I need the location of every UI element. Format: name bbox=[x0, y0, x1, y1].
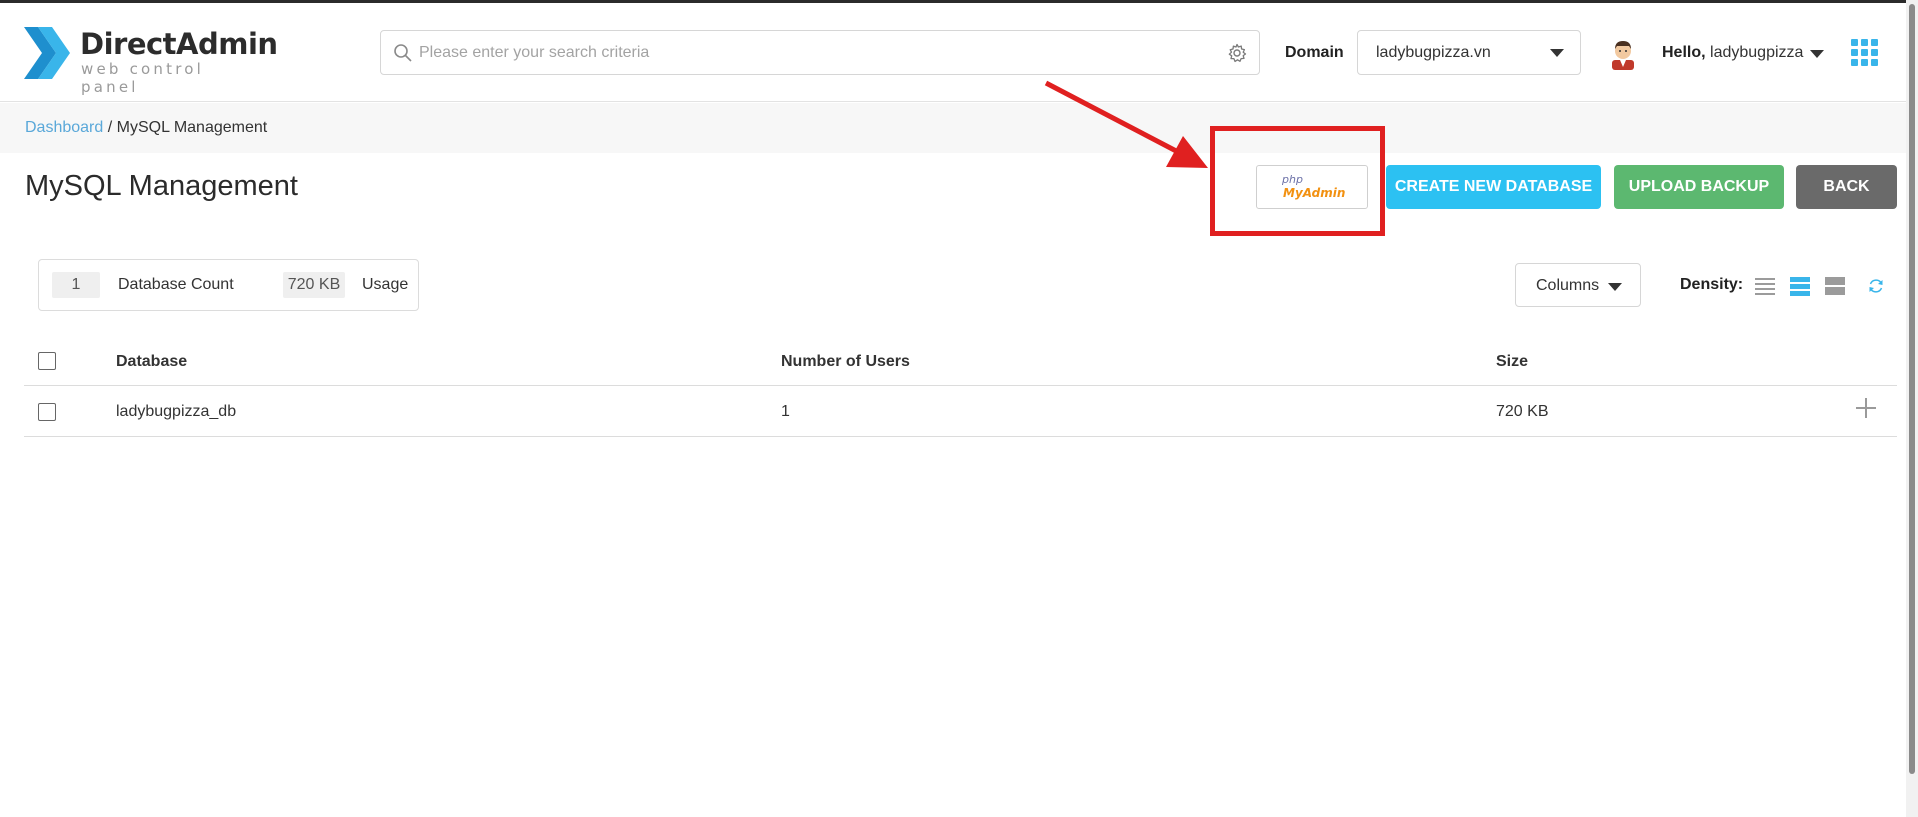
search-icon bbox=[394, 44, 412, 62]
cell-size: 720 KB bbox=[1496, 403, 1549, 420]
breadcrumb: Dashboard / MySQL Management bbox=[0, 103, 1906, 153]
density-comfortable-icon[interactable] bbox=[1825, 276, 1845, 296]
database-stats: 1 Database Count 720 KB Usage bbox=[38, 259, 419, 311]
columns-label: Columns bbox=[1536, 277, 1600, 294]
highlight-box bbox=[1210, 126, 1385, 236]
header: DirectAdmin web control panel Domain lad… bbox=[0, 3, 1906, 102]
logo-title: DirectAdmin bbox=[80, 27, 278, 61]
cell-database[interactable]: ladybugpizza_db bbox=[116, 403, 236, 421]
create-new-database-button[interactable]: CREATE NEW DATABASE bbox=[1386, 165, 1601, 209]
avatar[interactable] bbox=[1607, 36, 1639, 70]
database-count-label: Database Count bbox=[118, 276, 234, 293]
domain-select[interactable]: ladybugpizza.vn bbox=[1357, 30, 1581, 75]
density-normal-icon[interactable] bbox=[1790, 276, 1810, 296]
scrollbar-thumb[interactable] bbox=[1909, 4, 1915, 774]
chevron-down-icon bbox=[1550, 49, 1564, 57]
column-header-number-of-users[interactable]: Number of Users bbox=[781, 353, 910, 371]
select-all-checkbox[interactable] bbox=[38, 352, 56, 370]
cell-number-of-users: 1 bbox=[781, 403, 790, 420]
directadmin-logo[interactable]: DirectAdmin web control panel bbox=[24, 25, 278, 96]
columns-dropdown[interactable]: Columns bbox=[1515, 263, 1641, 307]
logo-subtitle: web control panel bbox=[81, 60, 204, 96]
density-label: Density: bbox=[1680, 276, 1744, 293]
breadcrumb-dashboard-link[interactable]: Dashboard bbox=[25, 119, 103, 136]
refresh-icon[interactable] bbox=[1867, 277, 1885, 295]
expand-row-plus-icon[interactable] bbox=[1854, 396, 1878, 420]
annotation-arrow-icon bbox=[1044, 80, 1208, 168]
page-title: MySQL Management bbox=[25, 170, 298, 202]
back-button[interactable]: BACK bbox=[1796, 165, 1897, 209]
domain-label: Domain bbox=[1285, 44, 1344, 61]
chevron-down-icon bbox=[1608, 283, 1622, 291]
directadmin-logo-icon bbox=[24, 27, 70, 79]
search-bar bbox=[380, 30, 1260, 75]
domain-value: ladybugpizza.vn bbox=[1376, 44, 1491, 61]
search-input[interactable] bbox=[419, 31, 1199, 74]
databases-table: Database Number of Users Size ladybugpiz… bbox=[24, 340, 1897, 437]
database-count-badge: 1 bbox=[52, 272, 100, 298]
table-row: ladybugpizza_db 1 720 KB bbox=[24, 386, 1897, 437]
column-header-size[interactable]: Size bbox=[1496, 353, 1528, 371]
page-scrollbar[interactable] bbox=[1906, 0, 1918, 817]
table-header-row: Database Number of Users Size bbox=[24, 340, 1897, 386]
density-compact-icon[interactable] bbox=[1755, 276, 1775, 296]
column-header-database[interactable]: Database bbox=[116, 353, 187, 371]
usage-badge: 720 KB bbox=[283, 272, 345, 298]
apps-grid-icon[interactable] bbox=[1851, 39, 1878, 66]
user-greeting[interactable]: Hello, ladybugpizza bbox=[1662, 44, 1803, 62]
upload-backup-button[interactable]: UPLOAD BACKUP bbox=[1614, 165, 1784, 209]
gear-icon[interactable] bbox=[1227, 43, 1247, 63]
breadcrumb-current: MySQL Management bbox=[116, 119, 268, 136]
usage-label: Usage bbox=[362, 276, 409, 293]
hello-prefix: Hello, bbox=[1662, 44, 1706, 61]
chevron-down-icon[interactable] bbox=[1810, 50, 1824, 58]
breadcrumb-separator: / bbox=[103, 119, 117, 136]
username: ladybugpizza bbox=[1710, 44, 1804, 61]
row-checkbox[interactable] bbox=[38, 403, 56, 421]
